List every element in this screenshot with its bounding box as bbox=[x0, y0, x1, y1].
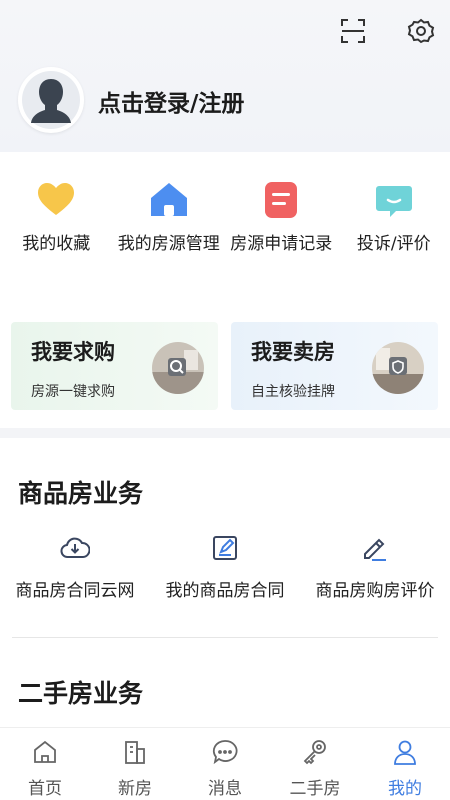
login-register-link[interactable]: 点击登录/注册 bbox=[98, 84, 244, 118]
tab-label: 消息 bbox=[208, 779, 242, 799]
interior-photo-search-icon bbox=[152, 342, 204, 394]
quick-item-applications[interactable]: 房源申请记录 bbox=[225, 180, 338, 256]
message-icon bbox=[209, 736, 241, 768]
card-title: 我要求购 bbox=[31, 340, 115, 364]
quick-item-label: 我的房源管理 bbox=[117, 234, 220, 254]
quick-item-favorites[interactable]: 我的收藏 bbox=[0, 180, 113, 256]
service-my-contract[interactable]: 我的商品房合同 bbox=[150, 532, 300, 601]
profile-header: 点击登录/注册 bbox=[0, 0, 450, 152]
person-icon bbox=[389, 736, 421, 768]
tab-label: 首页 bbox=[28, 779, 62, 799]
quick-item-label: 我的收藏 bbox=[22, 234, 91, 254]
quick-item-label: 房源申请记录 bbox=[230, 234, 333, 254]
tab-mine[interactable]: 我的 bbox=[360, 728, 450, 800]
tab-label: 二手房 bbox=[289, 779, 341, 799]
section-divider bbox=[12, 637, 438, 638]
tab-second-hand[interactable]: 二手房 bbox=[270, 728, 360, 800]
cloud-download-icon bbox=[59, 532, 91, 564]
building-icon bbox=[119, 736, 151, 768]
header-actions bbox=[338, 16, 436, 46]
card-subtitle: 自主核验挂牌 bbox=[251, 384, 335, 400]
section-title: 二手房业务 bbox=[18, 679, 144, 708]
interior-photo-shield-icon bbox=[372, 342, 424, 394]
edit-document-icon bbox=[209, 532, 241, 564]
tab-home[interactable]: 首页 bbox=[0, 728, 90, 800]
tab-messages[interactable]: 消息 bbox=[180, 728, 270, 800]
section-title: 商品房业务 bbox=[18, 479, 144, 508]
chat-bubble-icon bbox=[374, 180, 414, 220]
service-contract-cloud[interactable]: 商品房合同云网 bbox=[0, 532, 150, 601]
service-purchase-review[interactable]: 商品房购房评价 bbox=[300, 532, 450, 601]
quick-item-complaints[interactable]: 投诉/评价 bbox=[338, 180, 450, 256]
tab-label: 我的 bbox=[388, 779, 422, 799]
document-icon bbox=[261, 180, 301, 220]
quick-item-my-listings[interactable]: 我的房源管理 bbox=[113, 180, 226, 256]
tab-new-house[interactable]: 新房 bbox=[90, 728, 180, 800]
sell-house-card[interactable]: 我要卖房 自主核验挂牌 bbox=[231, 322, 438, 410]
service-label: 商品房合同云网 bbox=[15, 581, 135, 601]
avatar[interactable] bbox=[18, 67, 84, 133]
scan-icon[interactable] bbox=[338, 16, 368, 46]
new-housing-section: 商品房业务 商品房合同云网 我的商品房合同 商品房购房评价 bbox=[0, 438, 450, 678]
heart-icon bbox=[36, 180, 76, 220]
card-subtitle: 房源一键求购 bbox=[31, 384, 115, 400]
service-label: 我的商品房合同 bbox=[165, 581, 285, 601]
quick-item-label: 投诉/评价 bbox=[356, 234, 431, 254]
service-label: 商品房购房评价 bbox=[315, 581, 435, 601]
bottom-tab-bar: 首页 新房 消息 二手房 我的 bbox=[0, 727, 450, 800]
key-icon bbox=[299, 736, 331, 768]
pen-icon bbox=[359, 532, 391, 564]
quick-actions-panel: 我的收藏 我的房源管理 房源申请记录 投诉/评价 我要求购 房源一键求购 我要卖… bbox=[0, 152, 450, 428]
settings-gear-icon[interactable] bbox=[406, 16, 436, 46]
card-title: 我要卖房 bbox=[251, 340, 335, 364]
tab-label: 新房 bbox=[118, 779, 152, 799]
buy-request-card[interactable]: 我要求购 房源一键求购 bbox=[11, 322, 218, 410]
home-icon bbox=[29, 736, 61, 768]
house-icon bbox=[149, 180, 189, 220]
